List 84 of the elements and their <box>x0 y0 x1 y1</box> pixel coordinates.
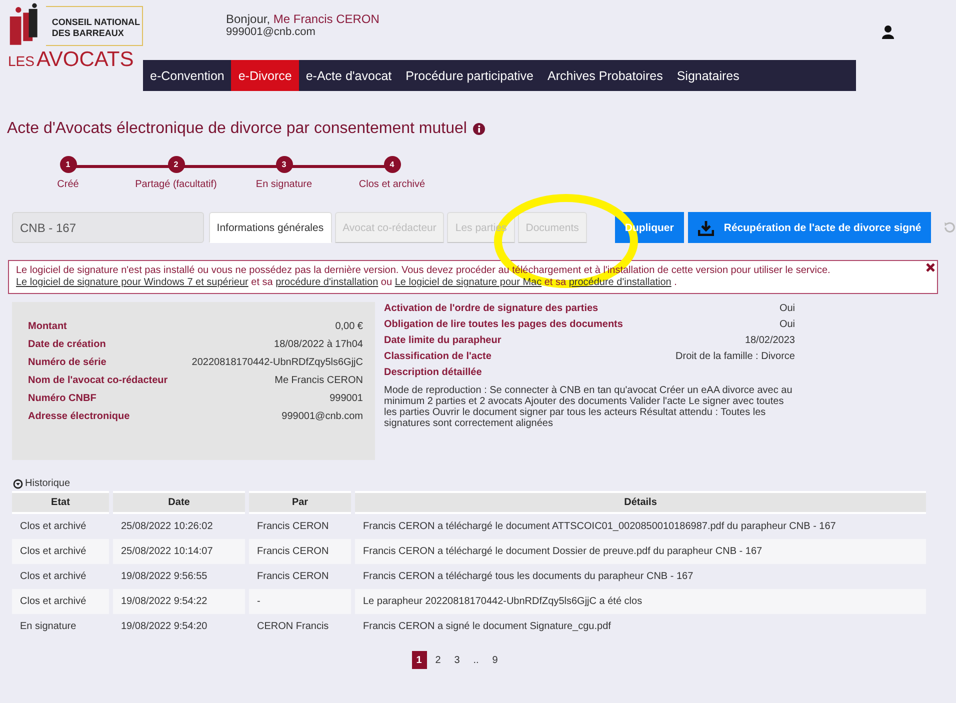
step-label: Créé <box>57 179 79 190</box>
logo-brand-small: LES <box>8 53 34 69</box>
field-label: Nom de l'avocat co-rédacteur <box>28 375 168 386</box>
tab[interactable]: Informations générales <box>208 212 332 243</box>
table-cell: Francis CERON <box>249 539 351 564</box>
column-header: Date <box>113 491 245 514</box>
field-label: Numéro de série <box>28 357 106 368</box>
step-label: Clos et archivé <box>358 179 426 190</box>
download-icon <box>698 220 714 236</box>
table-cell: - <box>249 589 351 614</box>
user-icon[interactable] <box>882 25 894 39</box>
step-circle: 4 <box>384 156 400 173</box>
table-cell-text: Francis CERON <box>256 570 330 584</box>
alert-link[interactable]: Le logiciel de signature pour Windows 7 et supérieur <box>16 277 248 288</box>
field-value: Oui <box>779 303 795 314</box>
collapse-icon[interactable] <box>13 478 23 488</box>
nav-tab[interactable]: Signataires <box>670 60 746 91</box>
table-cell-text: 19/08/2022 9:56:55 <box>120 570 208 584</box>
table-cell-text: En signature <box>19 620 78 634</box>
column-header: Par <box>249 491 351 514</box>
column-header: Etat <box>12 491 109 514</box>
nav-tab[interactable]: e-Divorce <box>231 60 299 91</box>
field-value: 0,00 € <box>335 321 363 332</box>
page-link[interactable]: 2 <box>430 651 446 669</box>
field-value: 20220818170442-UbnRDfZqy5ls6GjjC <box>192 357 363 368</box>
nav-tab[interactable]: Archives Probatoires <box>540 60 670 91</box>
description-text: Mode de reproduction : Se connecter à CNB en tan qu'avocat Créer un eAA divorce avec au minimum 2 parties et 2 avocats Ajouter des documents Valider l'acte Le signer avec toutes les parties Ouvrir le document signer par tous les acteurs Résultat attendu : Toutes les signatures sont correctement alignées <box>384 385 794 429</box>
table-cell: 19/08/2022 9:54:22 <box>113 589 245 614</box>
field-label: Classification de l'acte <box>384 351 492 362</box>
field-label: Obligation de lire toutes les pages des documents <box>384 319 623 330</box>
page-link[interactable]: 9 <box>488 651 502 669</box>
page-link[interactable]: 1 <box>412 651 426 669</box>
section-title: Historique <box>25 478 70 489</box>
step-circle: 1 <box>60 156 76 173</box>
field-value: 999001@cnb.com <box>282 411 363 422</box>
user-email: 999001@cnb.com <box>226 26 316 38</box>
step-label: En signature <box>256 179 312 190</box>
info-icon[interactable] <box>472 123 485 135</box>
page-link[interactable]: .. <box>468 651 484 669</box>
user-name: Me Francis CERON <box>273 12 380 26</box>
field-value: 999001 <box>330 393 363 404</box>
download-button[interactable]: Récupération de l'acte de divorce signé <box>688 212 932 243</box>
logo-text: DES BARREAUX <box>52 28 125 39</box>
table-cell: Francis CERON a téléchargé le document Dossier de preuve.pdf du parapheur CNB - 167 <box>355 539 926 564</box>
table-cell-text: Francis CERON a téléchargé tous les documents du parapheur CNB - 167 <box>362 570 694 584</box>
table-cell: 25/08/2022 10:14:07 <box>113 539 245 564</box>
table-cell: Clos et archivé <box>12 539 109 564</box>
table-cell-text: Francis CERON a téléchargé le document ATTSCOIC01_0020850010186987.pdf du parapheur CNB - 167 <box>362 520 837 534</box>
step-circle: 3 <box>276 156 292 173</box>
table-cell-text: 25/08/2022 10:26:02 <box>120 520 214 534</box>
field-label: Date de création <box>28 339 106 350</box>
alert-link[interactable]: procédure d'installation <box>276 277 378 288</box>
page-link[interactable]: 3 <box>450 651 464 669</box>
table-cell-text: Clos et archivé <box>19 570 88 584</box>
reference-field[interactable]: CNB - 167 <box>12 212 204 243</box>
field-value: 18/02/2023 <box>744 335 795 346</box>
nav-tab[interactable]: e-Convention <box>143 60 232 91</box>
field-value: Me Francis CERON <box>274 375 363 386</box>
greeting-text: Bonjour, <box>226 12 270 26</box>
table-cell-text: Clos et archivé <box>19 520 88 534</box>
logo-brand: AVOCATS <box>36 48 134 72</box>
step-circle: 2 <box>168 156 184 173</box>
nav-tab[interactable]: e-Acte d'avocat <box>298 60 399 91</box>
table-cell-text: 19/08/2022 9:54:20 <box>120 620 208 634</box>
field-value: Oui <box>779 319 795 330</box>
field-label: Adresse électronique <box>28 411 130 422</box>
column-header: Détails <box>355 491 926 514</box>
table-cell-text: Francis CERON a signé le document Signature_cgu.pdf <box>362 620 612 634</box>
logo-text: CONSEIL NATIONAL <box>52 17 140 28</box>
table-cell-text: Francis CERON <box>256 520 330 534</box>
table-cell: Clos et archivé <box>12 589 109 614</box>
field-value: Droit de la famille : Divorce <box>676 351 795 362</box>
table-cell-text: CERON Francis <box>256 620 330 634</box>
page-title: Acte d'Avocats électronique de divorce par consentement mutuel <box>7 120 467 138</box>
field-label: Montant <box>28 321 67 332</box>
field-label: Numéro CNBF <box>28 393 96 404</box>
step-label: Partagé (facultatif) <box>135 179 217 190</box>
field-label: Date limite du parapheur <box>384 335 502 346</box>
field-value: 18/08/2022 à 17h04 <box>274 339 363 350</box>
table-cell: Le parapheur 20220818170442-UbnRDfZqy5ls6GjjC a été clos <box>355 589 926 614</box>
field-label: Description détaillée <box>384 367 482 378</box>
nav-tab[interactable]: Procédure participative <box>398 60 540 91</box>
close-icon[interactable] <box>926 263 935 272</box>
field-label: Activation de l'ordre de signature des parties <box>384 303 598 314</box>
